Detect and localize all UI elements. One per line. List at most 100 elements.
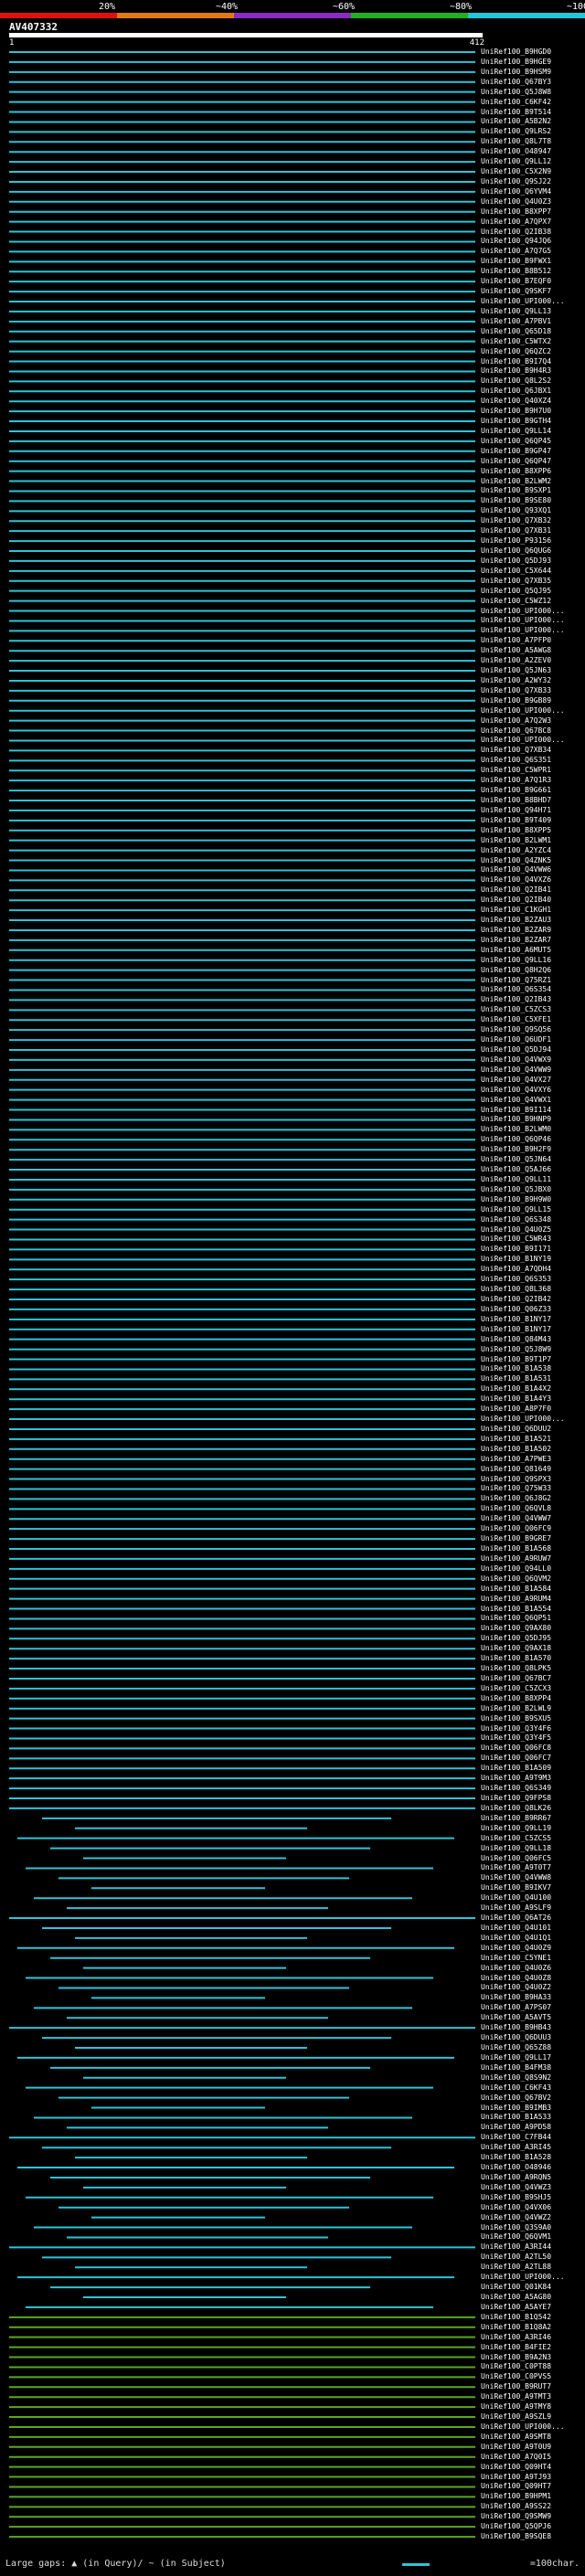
- hit-row[interactable]: UniRef100_B2LWM0: [0, 1125, 585, 1134]
- hit-row[interactable]: UniRef100_B2ZAU3: [0, 916, 585, 925]
- hit-row[interactable]: UniRef100_Q9LRS2: [0, 127, 585, 136]
- hit-label[interactable]: UniRef100_Q9SQ56: [481, 1025, 551, 1034]
- hit-label[interactable]: UniRef100_UPI000...: [481, 616, 565, 625]
- hit-row[interactable]: UniRef100_A3RI46: [0, 2333, 585, 2342]
- hit-row[interactable]: UniRef100_Q4VWZ2: [0, 2213, 585, 2222]
- hit-label[interactable]: UniRef100_B9RR67: [481, 1814, 551, 1823]
- hit-row[interactable]: UniRef100_Q67BY3: [0, 78, 585, 87]
- hit-row[interactable]: UniRef100_Q2IB41: [0, 885, 585, 895]
- hit-label[interactable]: UniRef100_A2TL50: [481, 2253, 551, 2262]
- hit-label[interactable]: UniRef100_Q4U101: [481, 1924, 551, 1933]
- hit-row[interactable]: UniRef100_A7Q1R3: [0, 776, 585, 785]
- hit-label[interactable]: UniRef100_B9GTH4: [481, 417, 551, 426]
- hit-label[interactable]: UniRef100_Q6S354: [481, 985, 551, 994]
- hit-row[interactable]: UniRef100_Q7XB32: [0, 516, 585, 525]
- hit-label[interactable]: UniRef100_B9I171: [481, 1245, 551, 1254]
- hit-label[interactable]: UniRef100_Q09HT7: [481, 2482, 551, 2491]
- hit-row[interactable]: UniRef100_B9H4R3: [0, 366, 585, 376]
- hit-label[interactable]: UniRef100_Q9LL11: [481, 1175, 551, 1184]
- hit-label[interactable]: UniRef100_UPI000...: [481, 1415, 565, 1424]
- hit-row[interactable]: UniRef100_O48947: [0, 147, 585, 156]
- hit-row[interactable]: UniRef100_B9HGE9: [0, 58, 585, 67]
- hit-row[interactable]: UniRef100_Q4U0Z3: [0, 197, 585, 207]
- hit-row[interactable]: UniRef100_C0PVS5: [0, 2372, 585, 2381]
- hit-row[interactable]: UniRef100_Q6S348: [0, 1215, 585, 1224]
- hit-row[interactable]: UniRef100_Q06FC9: [0, 1524, 585, 1533]
- hit-label[interactable]: UniRef100_Q8H2Q6: [481, 966, 551, 975]
- hit-row[interactable]: UniRef100_UPI000...: [0, 616, 585, 625]
- hit-label[interactable]: UniRef100_C5X644: [481, 567, 551, 576]
- hit-row[interactable]: UniRef100_B1A4Y3: [0, 1394, 585, 1404]
- hit-row[interactable]: UniRef100_Q4VX06: [0, 2203, 585, 2212]
- hit-label[interactable]: UniRef100_Q9FPS8: [481, 1794, 551, 1803]
- hit-row[interactable]: UniRef100_A9SMT8: [0, 2433, 585, 2442]
- hit-row[interactable]: UniRef100_B2ZAR7: [0, 936, 585, 945]
- hit-label[interactable]: UniRef100_A7PWE3: [481, 1455, 551, 1464]
- hit-row[interactable]: UniRef100_Q7XB31: [0, 526, 585, 535]
- hit-row[interactable]: UniRef100_A7PBV1: [0, 317, 585, 326]
- hit-row[interactable]: UniRef100_A2YZC4: [0, 846, 585, 855]
- hit-label[interactable]: UniRef100_B9RUT7: [481, 2382, 551, 2391]
- hit-label[interactable]: UniRef100_A7PS07: [481, 2003, 551, 2012]
- hit-label[interactable]: UniRef100_Q65D18: [481, 327, 551, 336]
- hit-label[interactable]: UniRef100_B9SHJ5: [481, 2193, 551, 2202]
- hit-label[interactable]: UniRef100_Q6QUG6: [481, 546, 551, 556]
- hit-row[interactable]: UniRef100_Q06FC7: [0, 1754, 585, 1763]
- hit-row[interactable]: UniRef100_B8XPP7: [0, 207, 585, 217]
- hit-label[interactable]: UniRef100_Q9LL14: [481, 427, 551, 436]
- hit-label[interactable]: UniRef100_Q8L368: [481, 1285, 551, 1294]
- hit-row[interactable]: UniRef100_Q8H2Q6: [0, 966, 585, 975]
- hit-label[interactable]: UniRef100_Q4VWW7: [481, 1514, 551, 1523]
- hit-row[interactable]: UniRef100_Q9LL11: [0, 1175, 585, 1184]
- hit-row[interactable]: UniRef100_Q94LL0: [0, 1564, 585, 1574]
- hit-row[interactable]: UniRef100_B9GTH4: [0, 417, 585, 426]
- hit-row[interactable]: UniRef100_Q01K84: [0, 2283, 585, 2292]
- hit-row[interactable]: UniRef100_B9I114: [0, 1106, 585, 1115]
- hit-row[interactable]: UniRef100_C7FB44: [0, 2133, 585, 2142]
- hit-row[interactable]: UniRef100_Q4U0Z6: [0, 1964, 585, 1973]
- hit-row[interactable]: UniRef100_B9HB43: [0, 2023, 585, 2032]
- hit-row[interactable]: UniRef100_Q06Z33: [0, 1305, 585, 1314]
- hit-label[interactable]: UniRef100_B9T409: [481, 816, 551, 825]
- hit-row[interactable]: UniRef100_Q40XZ4: [0, 397, 585, 406]
- hit-label[interactable]: UniRef100_Q67BC7: [481, 1674, 551, 1683]
- hit-label[interactable]: UniRef100_Q01K84: [481, 2283, 551, 2292]
- hit-label[interactable]: UniRef100_C0PVS5: [481, 2372, 551, 2381]
- hit-label[interactable]: UniRef100_Q8L2S2: [481, 376, 551, 386]
- hit-row[interactable]: UniRef100_Q6AT26: [0, 1913, 585, 1923]
- hit-row[interactable]: UniRef100_Q9LL17: [0, 2053, 585, 2062]
- hit-label[interactable]: UniRef100_A5AYE7: [481, 2303, 551, 2312]
- hit-row[interactable]: UniRef100_Q8L368: [0, 1285, 585, 1294]
- hit-label[interactable]: UniRef100_Q4VXY6: [481, 1086, 551, 1095]
- hit-label[interactable]: UniRef100_A9PD58: [481, 2123, 551, 2132]
- hit-label[interactable]: UniRef100_B8B512: [481, 267, 551, 276]
- hit-row[interactable]: UniRef100_B1NY19: [0, 1255, 585, 1264]
- hit-label[interactable]: UniRef100_C6KF42: [481, 98, 551, 107]
- hit-label[interactable]: UniRef100_A5AWG8: [481, 646, 551, 655]
- hit-row[interactable]: UniRef100_B1A509: [0, 1764, 585, 1773]
- hit-row[interactable]: UniRef100_Q8L2S2: [0, 376, 585, 386]
- hit-label[interactable]: UniRef100_A5AVT5: [481, 2013, 551, 2022]
- hit-row[interactable]: UniRef100_B9IKV7: [0, 1883, 585, 1892]
- hit-row[interactable]: UniRef100_B9SE80: [0, 496, 585, 505]
- hit-label[interactable]: UniRef100_B9I7Q4: [481, 357, 551, 366]
- hit-label[interactable]: UniRef100_B4FM38: [481, 2063, 551, 2072]
- hit-row[interactable]: UniRef100_B9GB89: [0, 696, 585, 705]
- hit-row[interactable]: UniRef100_A9RQN5: [0, 2173, 585, 2182]
- hit-label[interactable]: UniRef100_C5X2N9: [481, 167, 551, 176]
- hit-row[interactable]: UniRef100_Q4VXZ6: [0, 875, 585, 885]
- hit-row[interactable]: UniRef100_Q8LK26: [0, 1804, 585, 1813]
- hit-row[interactable]: UniRef100_UPI000...: [0, 736, 585, 745]
- hit-label[interactable]: UniRef100_A9T9M3: [481, 1774, 551, 1783]
- hit-label[interactable]: UniRef100_A9T0T7: [481, 1863, 551, 1872]
- hit-label[interactable]: UniRef100_UPI000...: [481, 2273, 565, 2282]
- hit-label[interactable]: UniRef100_Q06Z33: [481, 1305, 551, 1314]
- hit-label[interactable]: UniRef100_C5WZ12: [481, 597, 551, 606]
- hit-label[interactable]: UniRef100_B8XPP5: [481, 826, 551, 835]
- hit-row[interactable]: UniRef100_Q8L7T8: [0, 137, 585, 146]
- hit-label[interactable]: UniRef100_Q2IB41: [481, 885, 551, 895]
- hit-label[interactable]: UniRef100_B1Q542: [481, 2313, 551, 2322]
- hit-row[interactable]: UniRef100_B1A570: [0, 1654, 585, 1663]
- hit-row[interactable]: UniRef100_Q09HT4: [0, 2463, 585, 2472]
- hit-row[interactable]: UniRef100_Q5QPJ6: [0, 2522, 585, 2531]
